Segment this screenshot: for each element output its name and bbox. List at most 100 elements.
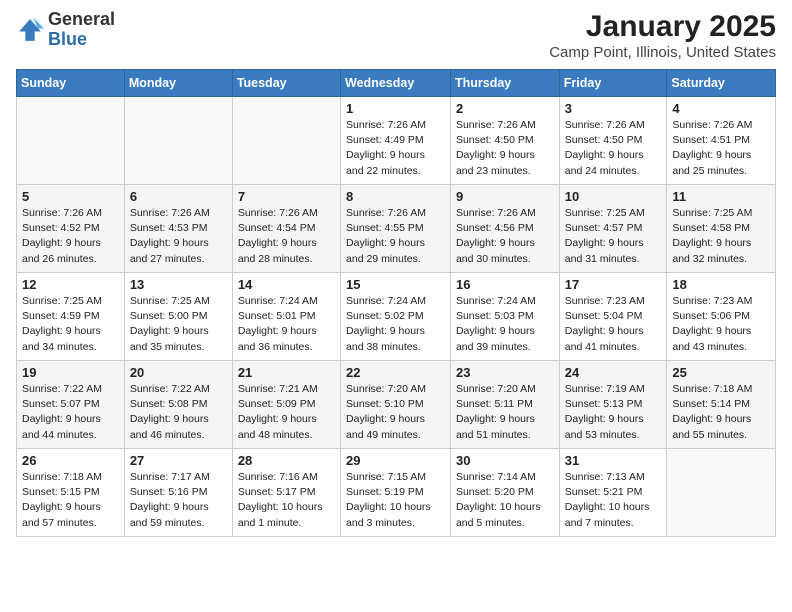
- header-cell-saturday: Saturday: [667, 70, 776, 97]
- day-cell: 21 Sunrise: 7:21 AM Sunset: 5:09 PM Dayli…: [232, 361, 340, 449]
- header-cell-sunday: Sunday: [17, 70, 125, 97]
- day-number: 23: [456, 365, 554, 380]
- day-cell: 10 Sunrise: 7:25 AM Sunset: 4:57 PM Dayli…: [559, 185, 667, 273]
- day-number: 28: [238, 453, 335, 468]
- day-number: 21: [238, 365, 335, 380]
- header-cell-friday: Friday: [559, 70, 667, 97]
- day-info: Sunrise: 7:15 AM Sunset: 5:19 PM Dayligh…: [346, 470, 445, 531]
- day-cell: [667, 449, 776, 537]
- calendar-table: SundayMondayTuesdayWednesdayThursdayFrid…: [16, 69, 776, 537]
- day-number: 1: [346, 101, 445, 116]
- day-cell: 11Sunrise: 7:25 AM Sunset: 4:58 PM Dayli…: [667, 185, 776, 273]
- logo: General Blue: [16, 10, 115, 50]
- day-info: Sunrise: 7:26 AM Sunset: 4:53 PM Dayligh…: [130, 206, 227, 267]
- day-cell: 4 Sunrise: 7:26 AM Sunset: 4:51 PM Daylig…: [667, 97, 776, 185]
- day-number: 6: [130, 189, 227, 204]
- day-info: Sunrise: 7:26 AM Sunset: 4:55 PM Dayligh…: [346, 206, 445, 267]
- day-info: Sunrise: 7:22 AM Sunset: 5:07 PM Dayligh…: [22, 382, 119, 443]
- header-cell-tuesday: Tuesday: [232, 70, 340, 97]
- week-row-2: 12 Sunrise: 7:25 AM Sunset: 4:59 PM Dayli…: [17, 273, 776, 361]
- day-cell: 14 Sunrise: 7:24 AM Sunset: 5:01 PM Dayli…: [232, 273, 340, 361]
- day-info: Sunrise: 7:26 AM Sunset: 4:49 PM Dayligh…: [346, 118, 445, 179]
- day-info: Sunrise: 7:23 AM Sunset: 5:04 PM Dayligh…: [565, 294, 662, 355]
- page: General Blue January 2025 Camp Point, Il…: [0, 0, 792, 553]
- week-row-3: 19 Sunrise: 7:22 AM Sunset: 5:07 PM Dayli…: [17, 361, 776, 449]
- day-number: 10: [565, 189, 662, 204]
- day-info: Sunrise: 7:13 AM Sunset: 5:21 PM Dayligh…: [565, 470, 662, 531]
- day-number: 19: [22, 365, 119, 380]
- day-info: Sunrise: 7:26 AM Sunset: 4:56 PM Dayligh…: [456, 206, 554, 267]
- day-info: Sunrise: 7:18 AM Sunset: 5:15 PM Dayligh…: [22, 470, 119, 531]
- header-cell-wednesday: Wednesday: [341, 70, 451, 97]
- day-number: 2: [456, 101, 554, 116]
- day-cell: 19 Sunrise: 7:22 AM Sunset: 5:07 PM Dayli…: [17, 361, 125, 449]
- day-number: 13: [130, 277, 227, 292]
- day-cell: 18Sunrise: 7:23 AM Sunset: 5:06 PM Dayli…: [667, 273, 776, 361]
- day-info: Sunrise: 7:25 AM Sunset: 5:00 PM Dayligh…: [130, 294, 227, 355]
- day-number: 20: [130, 365, 227, 380]
- title-block: January 2025 Camp Point, Illinois, Unite…: [549, 10, 776, 61]
- day-number: 14: [238, 277, 335, 292]
- day-info: Sunrise: 7:24 AM Sunset: 5:02 PM Dayligh…: [346, 294, 445, 355]
- day-cell: 26Sunrise: 7:18 AM Sunset: 5:15 PM Dayli…: [17, 449, 125, 537]
- day-info: Sunrise: 7:21 AM Sunset: 5:09 PM Dayligh…: [238, 382, 335, 443]
- day-cell: 13 Sunrise: 7:25 AM Sunset: 5:00 PM Dayli…: [124, 273, 232, 361]
- week-row-0: 1 Sunrise: 7:26 AM Sunset: 4:49 PM Daylig…: [17, 97, 776, 185]
- day-cell: 5 Sunrise: 7:26 AM Sunset: 4:52 PM Daylig…: [17, 185, 125, 273]
- day-info: Sunrise: 7:14 AM Sunset: 5:20 PM Dayligh…: [456, 470, 554, 531]
- day-info: Sunrise: 7:26 AM Sunset: 4:52 PM Dayligh…: [22, 206, 119, 267]
- day-cell: 31Sunrise: 7:13 AM Sunset: 5:21 PM Dayli…: [559, 449, 667, 537]
- day-cell: 12 Sunrise: 7:25 AM Sunset: 4:59 PM Dayli…: [17, 273, 125, 361]
- day-number: 17: [565, 277, 662, 292]
- day-number: 4: [672, 101, 770, 116]
- day-number: 30: [456, 453, 554, 468]
- day-info: Sunrise: 7:20 AM Sunset: 5:10 PM Dayligh…: [346, 382, 445, 443]
- day-number: 9: [456, 189, 554, 204]
- day-cell: 23 Sunrise: 7:20 AM Sunset: 5:11 PM Dayli…: [450, 361, 559, 449]
- day-number: 7: [238, 189, 335, 204]
- header-cell-thursday: Thursday: [450, 70, 559, 97]
- day-info: Sunrise: 7:20 AM Sunset: 5:11 PM Dayligh…: [456, 382, 554, 443]
- day-info: Sunrise: 7:18 AM Sunset: 5:14 PM Dayligh…: [672, 382, 770, 443]
- day-cell: 17 Sunrise: 7:23 AM Sunset: 5:04 PM Dayli…: [559, 273, 667, 361]
- day-number: 25: [672, 365, 770, 380]
- day-info: Sunrise: 7:25 AM Sunset: 4:59 PM Dayligh…: [22, 294, 119, 355]
- calendar-subtitle: Camp Point, Illinois, United States: [549, 44, 776, 61]
- day-number: 29: [346, 453, 445, 468]
- header-row: SundayMondayTuesdayWednesdayThursdayFrid…: [17, 70, 776, 97]
- day-number: 5: [22, 189, 119, 204]
- day-number: 16: [456, 277, 554, 292]
- day-cell: 20Sunrise: 7:22 AM Sunset: 5:08 PM Dayli…: [124, 361, 232, 449]
- day-info: Sunrise: 7:16 AM Sunset: 5:17 PM Dayligh…: [238, 470, 335, 531]
- day-info: Sunrise: 7:25 AM Sunset: 4:57 PM Dayligh…: [565, 206, 662, 267]
- day-cell: 29 Sunrise: 7:15 AM Sunset: 5:19 PM Dayli…: [341, 449, 451, 537]
- day-info: Sunrise: 7:24 AM Sunset: 5:03 PM Dayligh…: [456, 294, 554, 355]
- day-cell: 8 Sunrise: 7:26 AM Sunset: 4:55 PM Daylig…: [341, 185, 451, 273]
- day-cell: 25 Sunrise: 7:18 AM Sunset: 5:14 PM Dayli…: [667, 361, 776, 449]
- logo-blue-text: Blue: [48, 29, 87, 49]
- week-row-1: 5 Sunrise: 7:26 AM Sunset: 4:52 PM Daylig…: [17, 185, 776, 273]
- day-number: 27: [130, 453, 227, 468]
- day-cell: [124, 97, 232, 185]
- logo-text: General Blue: [48, 10, 115, 50]
- day-number: 8: [346, 189, 445, 204]
- day-cell: 7 Sunrise: 7:26 AM Sunset: 4:54 PM Daylig…: [232, 185, 340, 273]
- day-info: Sunrise: 7:26 AM Sunset: 4:50 PM Dayligh…: [456, 118, 554, 179]
- day-info: Sunrise: 7:26 AM Sunset: 4:51 PM Dayligh…: [672, 118, 770, 179]
- day-cell: [17, 97, 125, 185]
- day-cell: 1 Sunrise: 7:26 AM Sunset: 4:49 PM Daylig…: [341, 97, 451, 185]
- day-number: 3: [565, 101, 662, 116]
- day-cell: 24Sunrise: 7:19 AM Sunset: 5:13 PM Dayli…: [559, 361, 667, 449]
- day-cell: 6 Sunrise: 7:26 AM Sunset: 4:53 PM Daylig…: [124, 185, 232, 273]
- day-cell: 27Sunrise: 7:17 AM Sunset: 5:16 PM Dayli…: [124, 449, 232, 537]
- day-cell: 3 Sunrise: 7:26 AM Sunset: 4:50 PM Daylig…: [559, 97, 667, 185]
- logo-icon: [16, 16, 44, 44]
- day-info: Sunrise: 7:26 AM Sunset: 4:50 PM Dayligh…: [565, 118, 662, 179]
- day-info: Sunrise: 7:26 AM Sunset: 4:54 PM Dayligh…: [238, 206, 335, 267]
- day-info: Sunrise: 7:24 AM Sunset: 5:01 PM Dayligh…: [238, 294, 335, 355]
- day-number: 15: [346, 277, 445, 292]
- day-info: Sunrise: 7:23 AM Sunset: 5:06 PM Dayligh…: [672, 294, 770, 355]
- day-number: 12: [22, 277, 119, 292]
- week-row-4: 26Sunrise: 7:18 AM Sunset: 5:15 PM Dayli…: [17, 449, 776, 537]
- calendar-title: January 2025: [549, 10, 776, 44]
